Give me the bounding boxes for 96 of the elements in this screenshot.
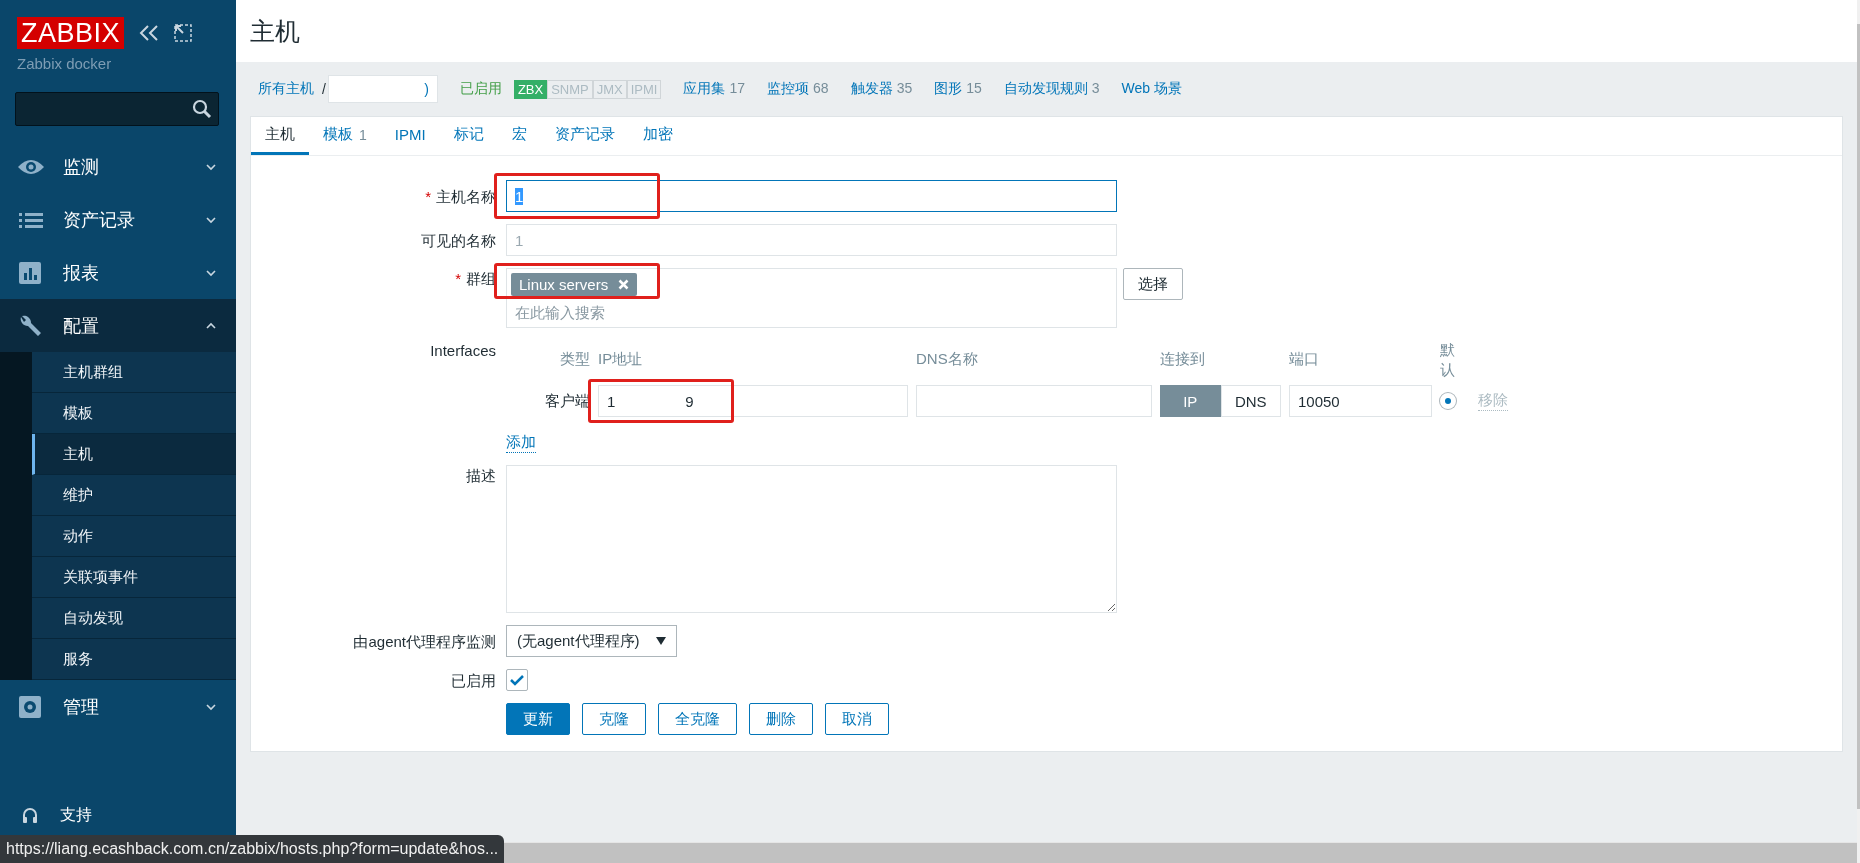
close-icon[interactable] bbox=[618, 279, 630, 290]
chevron-down-icon bbox=[206, 215, 216, 224]
submenu-item[interactable]: 维护 bbox=[32, 475, 236, 516]
group-tag: Linux servers bbox=[511, 273, 638, 296]
submenu-item[interactable]: 服务 bbox=[32, 639, 236, 680]
field-label: 由agent代理程序监测 bbox=[353, 632, 496, 650]
tab[interactable]: 加密 bbox=[628, 117, 687, 155]
nav-link[interactable]: 图形 bbox=[934, 80, 963, 98]
field-label: Interfaces bbox=[430, 342, 496, 359]
description-field[interactable] bbox=[506, 465, 1117, 613]
fullscreen-icon[interactable] bbox=[174, 24, 193, 42]
status-url-tooltip: https://liang.ecashback.com.cn/zabbix/hosts.php?form=update&hos... bbox=[0, 835, 505, 863]
menu-item[interactable]: 报表 bbox=[0, 246, 236, 299]
nav-link[interactable]: 监控项 bbox=[767, 80, 810, 98]
checkmark-icon bbox=[510, 674, 524, 686]
submenu-item[interactable]: 模板 bbox=[32, 393, 236, 434]
support-link[interactable]: 支持 bbox=[60, 805, 92, 826]
menu-label: 资产记录 bbox=[63, 208, 136, 232]
submenu-item[interactable]: 主机群组 bbox=[32, 352, 236, 393]
chevron-down-icon bbox=[206, 162, 216, 171]
headset-icon bbox=[22, 806, 38, 825]
zabbix-logo[interactable]: ZABBIX bbox=[17, 17, 125, 49]
availability-badge: ZBX bbox=[513, 79, 548, 99]
field-label: 群组 bbox=[466, 270, 496, 287]
tab[interactable]: 宏 bbox=[497, 117, 541, 155]
search-icon[interactable] bbox=[192, 99, 212, 119]
column-header: 类型 bbox=[559, 350, 590, 369]
count-text: 17 bbox=[729, 80, 746, 98]
dns-name-field[interactable] bbox=[916, 385, 1152, 417]
field-label: 描述 bbox=[466, 467, 496, 484]
tab[interactable]: 标记 bbox=[439, 117, 498, 155]
menu-label: 监测 bbox=[63, 155, 100, 179]
submenu-item[interactable]: 动作 bbox=[32, 516, 236, 557]
column-header: DNS名称 bbox=[916, 350, 979, 369]
column-header: IP地址 bbox=[598, 350, 644, 369]
required-mark: * bbox=[425, 187, 431, 205]
column-header: 连接到 bbox=[1160, 350, 1206, 369]
breadcrumb-link[interactable]: 所有主机 bbox=[258, 80, 314, 98]
chevron-up-icon bbox=[206, 321, 216, 330]
form-button[interactable]: 更新 bbox=[506, 703, 570, 735]
count-text: 15 bbox=[966, 80, 982, 98]
submenu-item[interactable]: 主机 bbox=[32, 434, 236, 475]
form-button[interactable]: 全克隆 bbox=[658, 703, 737, 735]
chevron-down-icon bbox=[206, 268, 216, 277]
select-button[interactable]: 选择 bbox=[1123, 268, 1183, 300]
host-breadcrumb[interactable]: ) bbox=[327, 75, 438, 103]
nav-link[interactable]: Web 场景 bbox=[1121, 80, 1183, 98]
connect-toggle[interactable]: IP bbox=[1160, 385, 1221, 417]
host-name-field[interactable]: 1 bbox=[506, 180, 1117, 212]
tab[interactable]: 资产记录 bbox=[540, 117, 629, 155]
ip-address-field[interactable]: 1 9 bbox=[598, 385, 908, 417]
caret-icon bbox=[655, 637, 666, 645]
status-text: 已启用 bbox=[459, 80, 502, 98]
menu-label: 报表 bbox=[63, 261, 100, 285]
menu-item[interactable]: 管理 bbox=[0, 680, 236, 733]
availability-badge: IPMI bbox=[626, 79, 662, 99]
group-select-field[interactable]: Linux servers 在此输入搜索 bbox=[506, 268, 1117, 328]
visible-name-field[interactable]: 1 bbox=[506, 224, 1117, 256]
collapse-icon[interactable] bbox=[138, 23, 161, 43]
menu-item[interactable]: 配置 bbox=[0, 299, 236, 352]
proxy-dropdown[interactable]: (无agent代理程序) bbox=[506, 625, 677, 657]
submenu-item[interactable]: 自动发现 bbox=[32, 598, 236, 639]
tab[interactable]: 主机 bbox=[251, 117, 309, 155]
chevron-down-icon bbox=[206, 702, 216, 711]
field-label: 已启用 bbox=[451, 671, 496, 689]
tab[interactable]: IPMI bbox=[380, 117, 440, 155]
count-text: 68 bbox=[813, 80, 829, 98]
field-label: 可见的名称 bbox=[421, 231, 496, 249]
form-button[interactable]: 删除 bbox=[749, 703, 813, 735]
server-name: Zabbix docker bbox=[16, 54, 113, 72]
availability-badge: SNMP bbox=[547, 79, 593, 99]
availability-badge: JMX bbox=[592, 79, 627, 99]
menu-item[interactable]: 监测 bbox=[0, 140, 236, 193]
tab[interactable]: 模板 1 bbox=[309, 117, 381, 155]
menu-label: 配置 bbox=[63, 314, 100, 338]
required-mark: * bbox=[455, 270, 461, 287]
connect-toggle[interactable]: DNS bbox=[1220, 385, 1281, 417]
search-field[interactable] bbox=[15, 92, 219, 126]
form-button[interactable]: 克隆 bbox=[582, 703, 646, 735]
submenu-item[interactable]: 关联项事件 bbox=[32, 557, 236, 598]
nav-link[interactable]: 触发器 bbox=[850, 80, 893, 98]
menu-item[interactable]: 资产记录 bbox=[0, 193, 236, 246]
menu-label: 管理 bbox=[63, 695, 100, 719]
count-text: 35 bbox=[896, 80, 913, 98]
breadcrumb-separator: / bbox=[322, 81, 326, 97]
column-header: 默认 bbox=[1440, 340, 1455, 379]
form-button[interactable]: 取消 bbox=[825, 703, 889, 735]
add-link[interactable]: 添加 bbox=[506, 433, 536, 453]
enabled-checkbox[interactable] bbox=[506, 669, 528, 691]
count-text: 3 bbox=[1091, 80, 1100, 98]
nav-link[interactable]: 自动发现规则 bbox=[1003, 80, 1088, 98]
column-header: 端口 bbox=[1289, 350, 1320, 369]
nav-link[interactable]: 应用集 bbox=[683, 80, 726, 98]
default-radio[interactable] bbox=[1440, 393, 1456, 409]
port-field[interactable]: 10050 bbox=[1289, 385, 1432, 417]
page-title: 主机 bbox=[250, 15, 300, 47]
